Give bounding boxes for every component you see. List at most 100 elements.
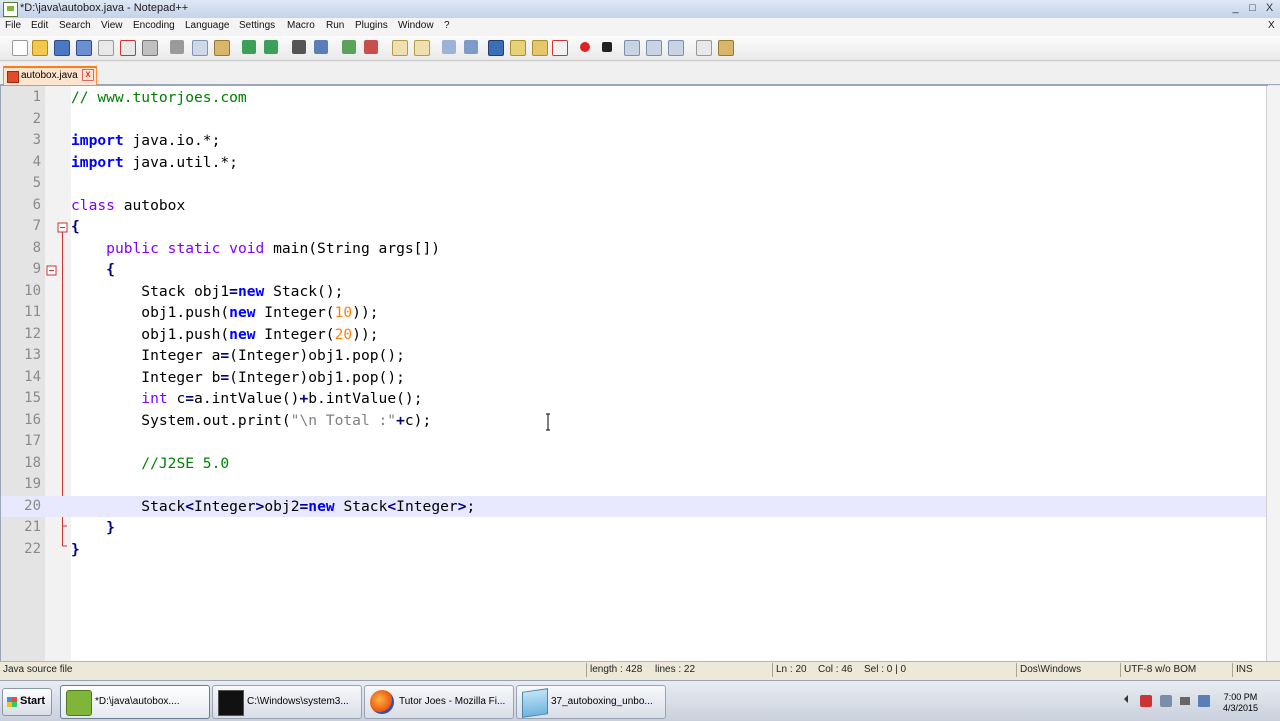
show-all-chars-icon[interactable] (464, 40, 478, 54)
code-line[interactable]: 11 obj1.push(new Integer(10)); (1, 302, 1267, 323)
tab-autobox-java[interactable]: autobox.java x (3, 66, 97, 85)
line-number: 7 (32, 218, 41, 234)
stop-recording-icon[interactable] (602, 42, 612, 52)
code-token: obj1.push( (71, 325, 230, 343)
code-line[interactable]: 12 obj1.push(new Integer(20)); (1, 324, 1267, 345)
code-line[interactable]: 10 Stack obj1=new Stack(); (1, 281, 1267, 302)
tab-bar: autobox.java x (0, 62, 1280, 85)
clock[interactable]: 7:00 PM 4/3/2015 (1223, 692, 1258, 714)
new-file-icon[interactable] (12, 40, 28, 56)
menu-edit[interactable]: Edit (31, 20, 48, 31)
find-icon[interactable] (292, 40, 306, 54)
undo-icon[interactable] (242, 40, 256, 54)
save-all-icon[interactable] (76, 40, 92, 56)
network-icon[interactable] (1198, 695, 1210, 707)
vertical-scrollbar[interactable] (1266, 86, 1280, 661)
code-line[interactable]: 17 (1, 431, 1267, 452)
code-line[interactable]: 8 public static void main(String args[]) (1, 238, 1267, 259)
code-token: = (220, 347, 230, 364)
code-line[interactable]: 2 (1, 109, 1267, 130)
record-macro-icon[interactable] (580, 42, 590, 52)
word-wrap-icon[interactable] (442, 40, 456, 54)
minimize-button[interactable]: _ (1228, 2, 1243, 15)
close-button[interactable]: X (1262, 2, 1277, 15)
menu-settings[interactable]: Settings (239, 20, 275, 31)
sync-vertical-icon[interactable] (392, 40, 408, 56)
notepadpp-app-icon[interactable] (3, 2, 18, 17)
code-line[interactable]: 4 import java.util.*; (1, 152, 1267, 173)
paste-icon[interactable] (214, 40, 230, 56)
code-line[interactable]: 15 int c=a.intValue()+b.intValue(); (1, 388, 1267, 409)
code-line[interactable]: 14 Integer b=(Integer)obj1.pop(); (1, 367, 1267, 388)
taskbar-item-cmd[interactable]: C:\Windows\system3... (212, 685, 362, 719)
code-line[interactable]: 18 //J2SE 5.0 (1, 453, 1267, 474)
code-line[interactable]: 7{ (1, 216, 1267, 237)
zoom-in-icon[interactable] (342, 40, 356, 54)
code-line[interactable]: 5 (1, 173, 1267, 194)
doc-map-icon[interactable] (532, 40, 548, 56)
code-line[interactable]: 9 { (1, 259, 1267, 280)
copy-icon[interactable] (192, 40, 208, 56)
menu-macro[interactable]: Macro (287, 20, 315, 31)
playback-macro-icon[interactable] (624, 40, 640, 56)
folder-as-workspace-icon[interactable] (510, 40, 526, 56)
tray-app-icon[interactable] (1140, 695, 1152, 707)
menu-plugins[interactable]: Plugins (355, 20, 388, 31)
code-line[interactable]: 16 System.out.print("\n Total :"+c); (1, 410, 1267, 431)
code-token: = (185, 390, 195, 407)
document-close-button[interactable]: X (1268, 20, 1275, 31)
code-text: import java.util.*; (71, 152, 238, 173)
volume-icon[interactable] (1180, 697, 1190, 705)
close-all-icon[interactable] (120, 40, 136, 56)
function-list-icon[interactable] (552, 40, 568, 56)
tab-close-icon[interactable]: x (82, 69, 94, 81)
plugin-icon[interactable] (718, 40, 734, 56)
action-center-icon[interactable] (1160, 695, 1172, 707)
menu-window[interactable]: Window (398, 20, 434, 31)
code-line[interactable]: 3 import java.io.*; (1, 130, 1267, 151)
taskbar-item-firefox[interactable]: Tutor Joes - Mozilla Fi... (364, 685, 514, 719)
code-token: { (71, 218, 80, 235)
maximize-button[interactable]: □ (1245, 2, 1260, 15)
code-line[interactable]: 19 (1, 474, 1267, 495)
code-line[interactable]: 1 // www.tutorjoes.com (1, 87, 1267, 108)
print-icon[interactable] (142, 40, 158, 56)
menu-language[interactable]: Language (185, 20, 230, 31)
start-button[interactable]: Start (2, 688, 52, 716)
taskbar-item-label: 37_autoboxing_unbo... (551, 696, 653, 707)
code-line[interactable]: 21 } (1, 517, 1267, 538)
redo-icon[interactable] (264, 40, 278, 54)
indent-guide-icon[interactable] (488, 40, 504, 56)
replace-icon[interactable] (314, 40, 328, 54)
taskbar-item-notepadpp[interactable]: *D:\java\autobox.... (60, 685, 210, 719)
line-number: 1 (32, 89, 41, 105)
code-editor[interactable]: 1 // www.tutorjoes.com 2 3 import java.io.*;… (0, 85, 1280, 662)
menu-run[interactable]: Run (326, 20, 344, 31)
run-macro-multiple-icon[interactable] (646, 40, 662, 56)
menu-encoding[interactable]: Encoding (133, 20, 175, 31)
sync-horizontal-icon[interactable] (414, 40, 430, 56)
close-file-icon[interactable] (98, 40, 114, 56)
code-line[interactable]: 6 class autobox (1, 195, 1267, 216)
cut-icon[interactable] (170, 40, 184, 54)
zoom-out-icon[interactable] (364, 40, 378, 54)
line-number: 5 (32, 175, 41, 191)
show-hidden-icons-icon[interactable] (1124, 695, 1128, 703)
title-bar: *D:\java\autobox.java - Notepad++ _ □ X (0, 0, 1280, 19)
menu-help[interactable]: ? (444, 20, 450, 31)
code-token: import (71, 153, 124, 171)
save-icon[interactable] (54, 40, 70, 56)
code-line[interactable]: 22} (1, 539, 1267, 560)
menu-view[interactable]: View (101, 20, 123, 31)
code-line[interactable]: 13 Integer a=(Integer)obj1.pop(); (1, 345, 1267, 366)
status-selection: Sel : 0 | 0 (864, 664, 907, 675)
menu-file[interactable]: File (5, 20, 21, 31)
save-macro-icon[interactable] (668, 40, 684, 56)
open-file-icon[interactable] (32, 40, 48, 56)
code-line[interactable]: 20 Stack<Integer>obj2=new Stack<Integer>… (1, 495, 1267, 517)
status-eol: Dos\Windows (1020, 664, 1082, 675)
code-token: //J2SE 5.0 (141, 454, 230, 472)
menu-search[interactable]: Search (59, 20, 91, 31)
taskbar-item-video-folder[interactable]: 37_autoboxing_unbo... (516, 685, 666, 719)
spell-check-icon[interactable] (696, 40, 712, 56)
